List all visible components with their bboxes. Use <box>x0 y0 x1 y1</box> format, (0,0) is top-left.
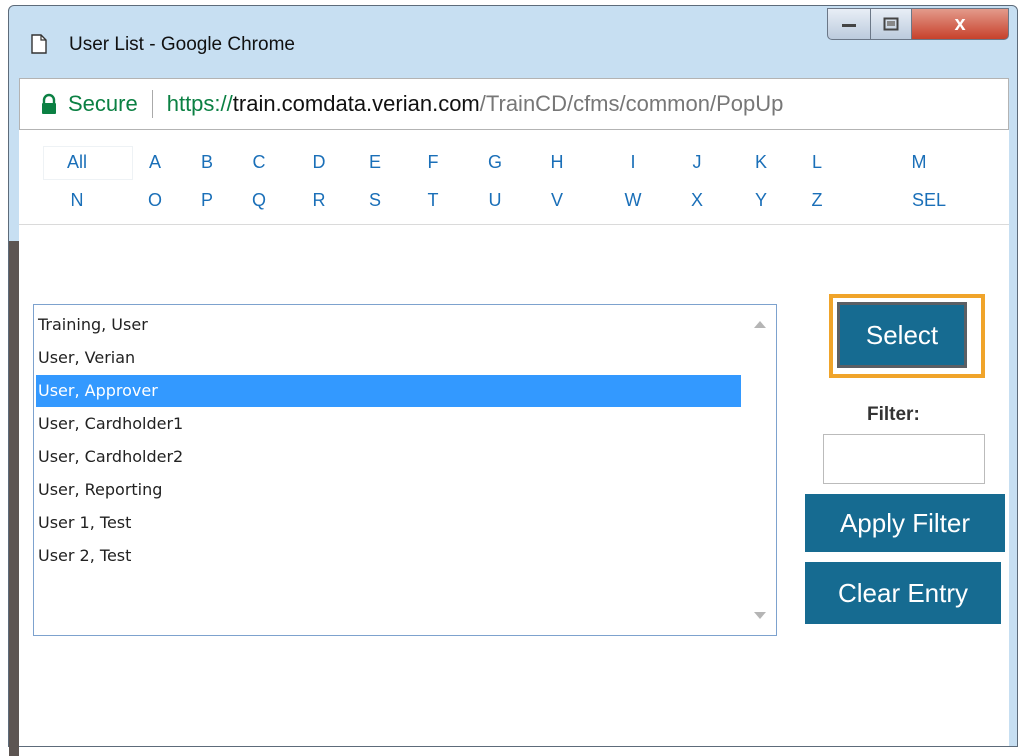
filter-input[interactable] <box>823 434 985 484</box>
clear-entry-button[interactable]: Clear Entry <box>805 562 1001 624</box>
minimize-button[interactable] <box>827 8 871 40</box>
list-item[interactable]: User, Cardholder1 <box>36 408 741 440</box>
letter-link-a[interactable]: A <box>135 152 175 173</box>
url-host: train.comdata.verian.com <box>232 91 480 116</box>
minimize-icon <box>842 24 856 27</box>
letter-link-q[interactable]: Q <box>239 190 279 211</box>
letter-link-c[interactable]: C <box>239 152 279 173</box>
secure-label: Secure <box>68 91 138 116</box>
maximize-button[interactable] <box>870 8 912 40</box>
alphabet-row-2: N O P Q R S T U V W X Y Z SEL <box>19 190 999 218</box>
filter-label: Filter: <box>867 404 920 425</box>
letter-link-b[interactable]: B <box>187 152 227 173</box>
maximize-icon <box>883 17 899 31</box>
letter-link-l[interactable]: L <box>797 152 837 173</box>
window-title: User List - Google Chrome <box>69 34 295 55</box>
letter-link-n[interactable]: N <box>57 190 97 211</box>
url-path: /TrainCD/cfms/common/PopUp <box>479 91 784 116</box>
list-item[interactable]: User, Reporting <box>36 474 741 506</box>
letter-link-j[interactable]: J <box>677 152 717 173</box>
user-listbox[interactable]: Training, User User, Verian User, Approver… <box>33 304 777 636</box>
close-icon: x <box>954 12 966 35</box>
letter-link-s[interactable]: S <box>355 190 395 211</box>
url-text[interactable]: https://train.comdata.verian.com/TrainCD… <box>167 91 784 117</box>
letter-link-p[interactable]: P <box>187 190 227 211</box>
letter-link-o[interactable]: O <box>135 190 175 211</box>
letter-link-g[interactable]: G <box>475 152 515 173</box>
background-edge <box>9 241 19 756</box>
letter-link-i[interactable]: I <box>613 152 653 173</box>
letter-link-k[interactable]: K <box>741 152 781 173</box>
letter-link-d[interactable]: D <box>299 152 339 173</box>
list-item[interactable]: User, Approver <box>36 375 741 407</box>
letter-link-u[interactable]: U <box>475 190 515 211</box>
list-item[interactable]: User 2, Test <box>36 540 741 572</box>
browser-window: User List - Google Chrome x Secure https… <box>8 5 1018 756</box>
letter-link-f[interactable]: F <box>413 152 453 173</box>
list-item[interactable]: User, Cardholder2 <box>36 441 741 473</box>
address-bar[interactable]: Secure https://train.comdata.verian.com/… <box>19 78 1009 130</box>
page-icon <box>31 34 47 54</box>
lock-icon <box>42 93 56 114</box>
letter-link-x[interactable]: X <box>677 190 717 211</box>
title-bar: User List - Google Chrome x <box>9 6 1017 76</box>
list-item[interactable]: User, Verian <box>36 342 741 374</box>
letter-link-z[interactable]: Z <box>797 190 837 211</box>
letter-link-v[interactable]: V <box>537 190 577 211</box>
letter-link-e[interactable]: E <box>355 152 395 173</box>
letter-link-t[interactable]: T <box>413 190 453 211</box>
letter-link-all[interactable]: All <box>57 152 97 173</box>
select-button[interactable]: Select <box>837 302 967 368</box>
alphabet-divider <box>19 224 1009 225</box>
letter-link-h[interactable]: H <box>537 152 577 173</box>
scroll-down-icon[interactable] <box>754 612 766 619</box>
letter-link-r[interactable]: R <box>299 190 339 211</box>
list-item[interactable]: Training, User <box>36 309 741 341</box>
address-divider <box>151 90 153 118</box>
url-scheme: https:// <box>166 91 233 116</box>
letter-link-sel[interactable]: SEL <box>899 190 959 211</box>
apply-filter-button[interactable]: Apply Filter <box>805 494 1005 552</box>
close-button[interactable]: x <box>911 8 1009 40</box>
alphabet-row-1: All A B C D E F G H I J K L M <box>19 152 999 180</box>
scroll-up-icon[interactable] <box>754 321 766 328</box>
letter-link-w[interactable]: W <box>613 190 653 211</box>
letter-link-y[interactable]: Y <box>741 190 781 211</box>
list-item[interactable]: User 1, Test <box>36 507 741 539</box>
page-content: All A B C D E F G H I J K L M N O P Q R S T U V W X Y Z SEL Traini… <box>19 130 1009 746</box>
letter-link-m[interactable]: M <box>899 152 939 173</box>
